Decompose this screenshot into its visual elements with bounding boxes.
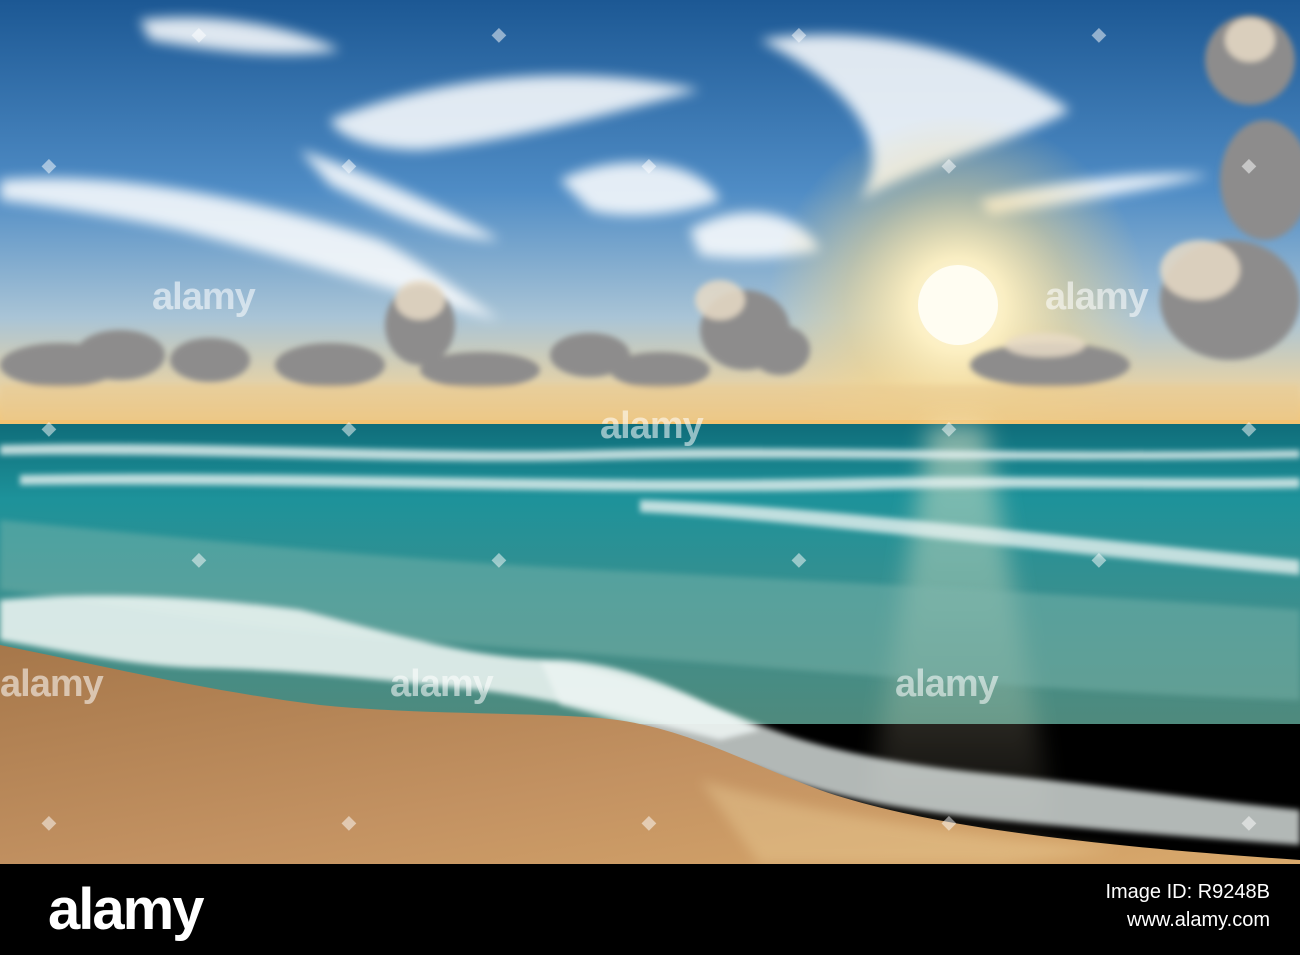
footer-bar: alamy Image ID: R9248B www.alamy.com <box>0 864 1300 955</box>
watermark-mark: ◆ <box>792 24 806 44</box>
watermark-mark: ◆ <box>492 24 506 44</box>
watermark: alamy <box>152 276 256 318</box>
sun <box>918 265 998 345</box>
watermark-mark: ◆ <box>342 155 356 175</box>
watermark-mark: ◆ <box>942 812 956 832</box>
watermark: alamy <box>390 663 494 705</box>
beach-sunset-photo: alamy alamy alamy alamy alamy alamy ◆ ◆ … <box>0 0 1300 864</box>
watermark-mark: ◆ <box>192 24 206 44</box>
watermark-mark: ◆ <box>642 155 656 175</box>
image-id: Image ID: R9248B <box>1105 881 1270 903</box>
watermark-mark: ◆ <box>42 418 56 438</box>
watermark-mark: ◆ <box>492 549 506 569</box>
watermark: alamy <box>1045 276 1149 318</box>
alamy-logo: alamy <box>48 877 204 942</box>
site-url: www.alamy.com <box>1127 909 1270 931</box>
watermark: alamy <box>0 663 104 705</box>
footer-info: Image ID: R9248B www.alamy.com <box>1105 878 1270 934</box>
watermark-mark: ◆ <box>192 549 206 569</box>
watermark-mark: ◆ <box>342 812 356 832</box>
watermark: alamy <box>895 663 999 705</box>
watermark-mark: ◆ <box>1092 549 1106 569</box>
watermark-mark: ◆ <box>1092 24 1106 44</box>
watermark-mark: ◆ <box>42 155 56 175</box>
watermark-mark: ◆ <box>42 812 56 832</box>
watermark-mark: ◆ <box>1242 418 1256 438</box>
watermark: alamy <box>600 405 704 447</box>
watermark-mark: ◆ <box>942 155 956 175</box>
watermark-mark: ◆ <box>642 812 656 832</box>
watermark-mark: ◆ <box>342 418 356 438</box>
watermark-mark: ◆ <box>1242 812 1256 832</box>
watermark-mark: ◆ <box>942 418 956 438</box>
watermark-mark: ◆ <box>1242 155 1256 175</box>
watermark-mark: ◆ <box>792 549 806 569</box>
